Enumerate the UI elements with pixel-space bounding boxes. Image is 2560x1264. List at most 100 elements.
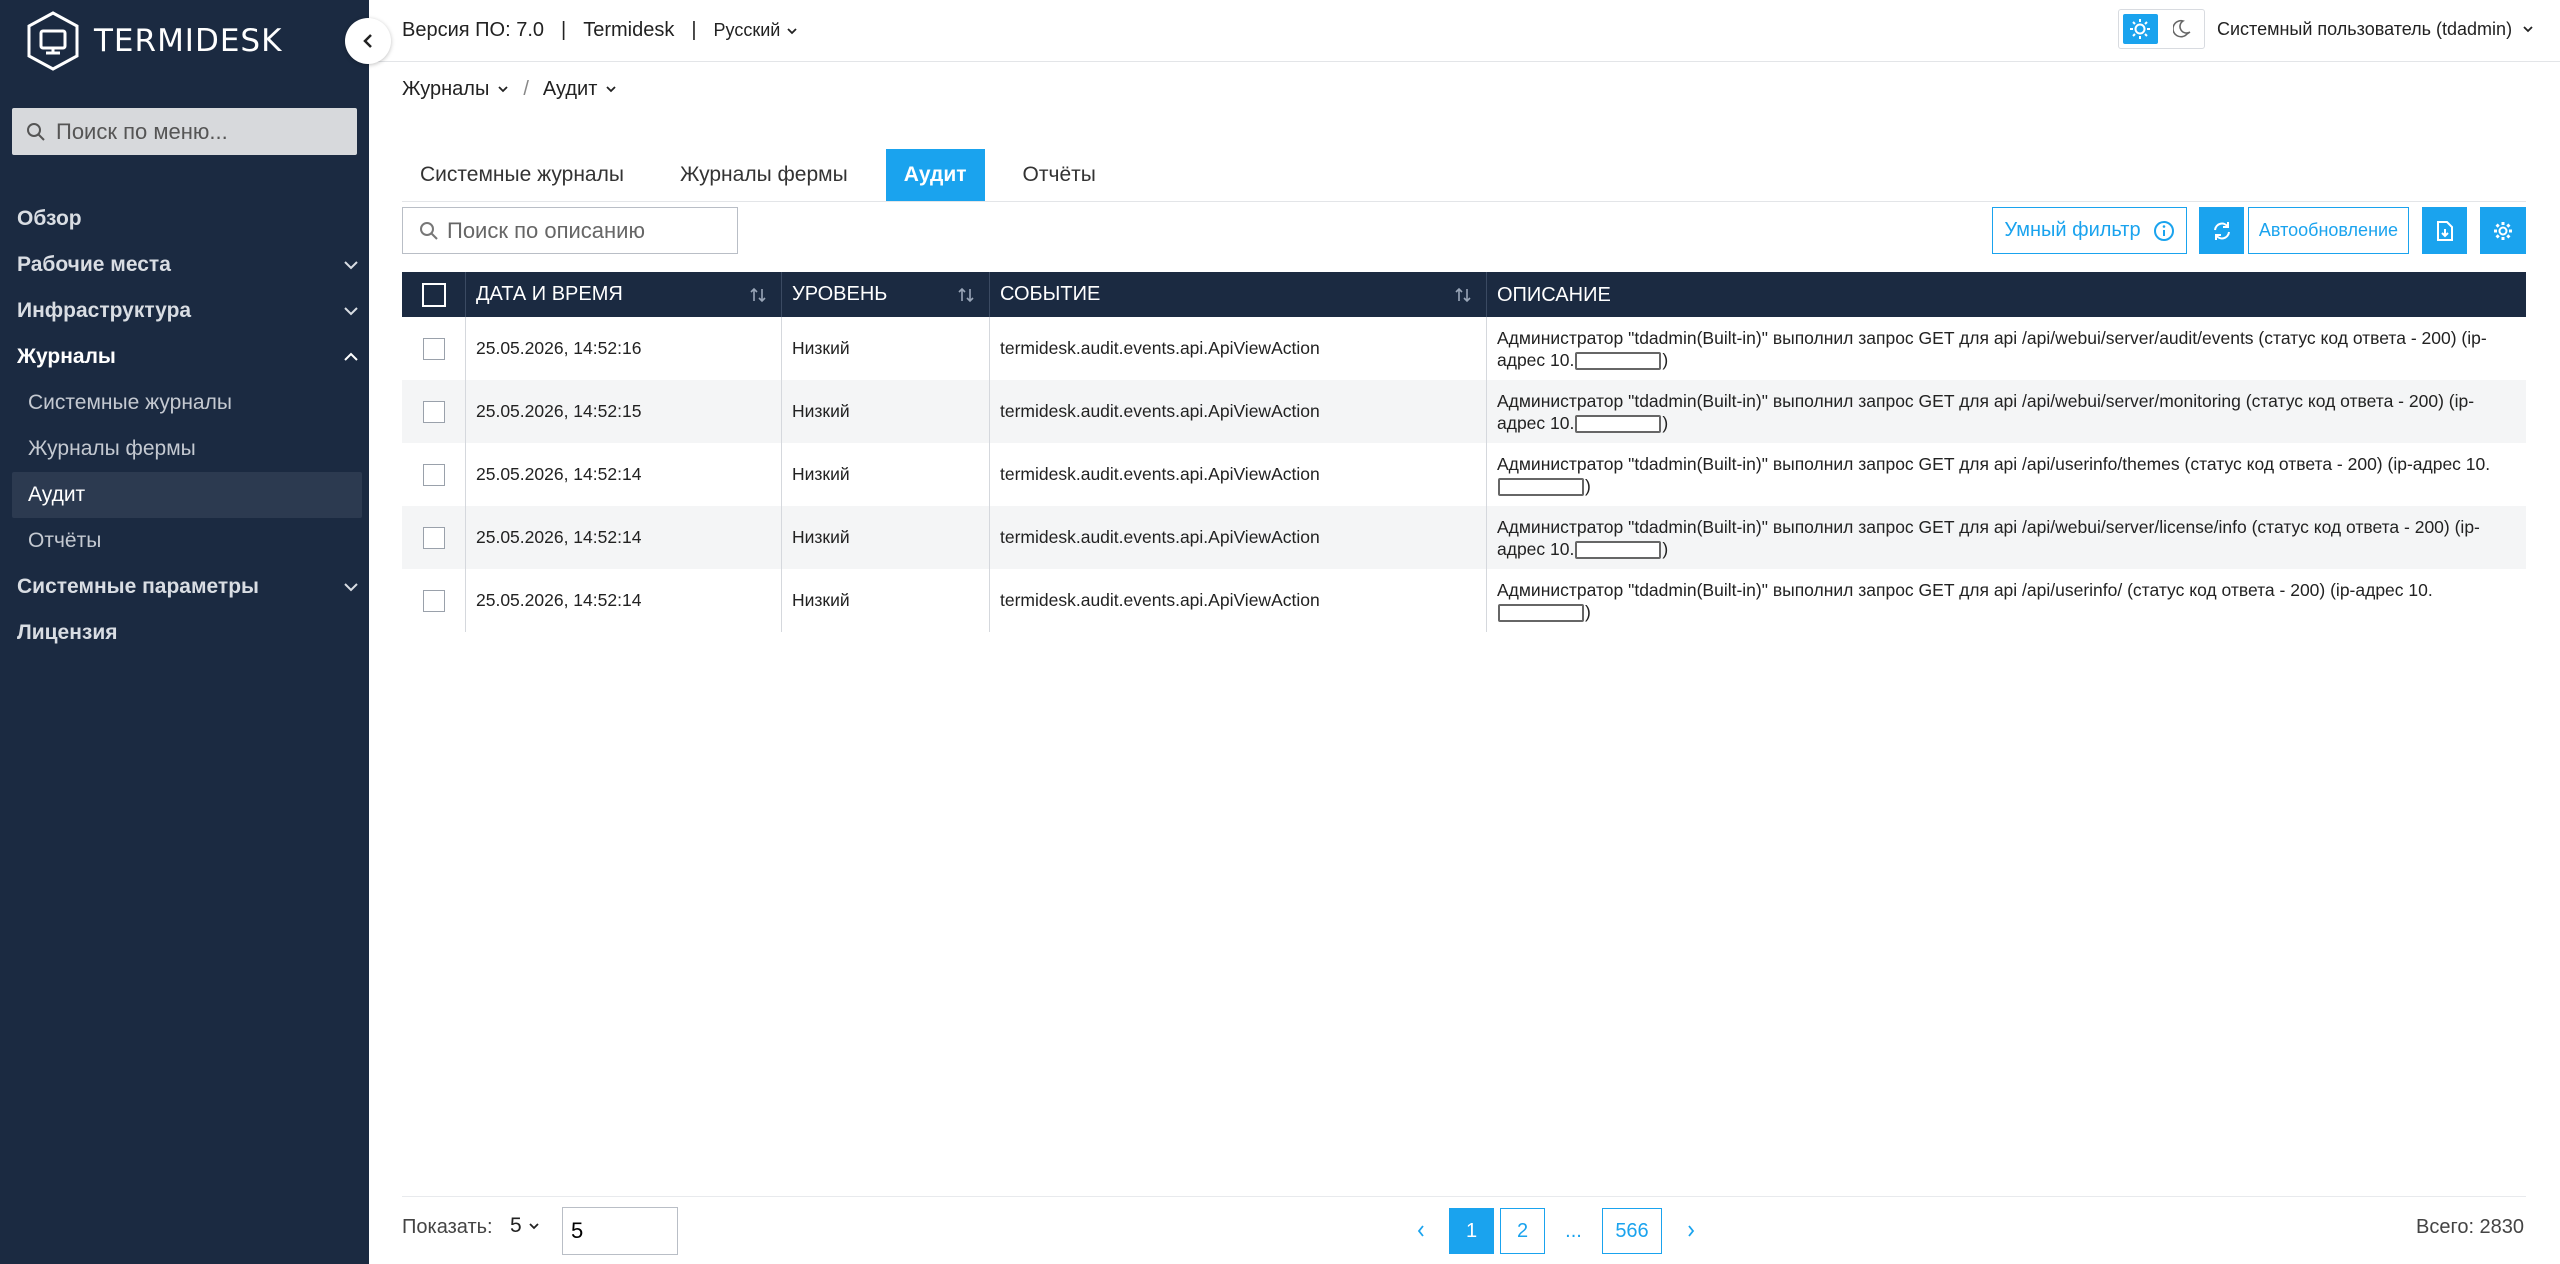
- light-theme-button[interactable]: [2123, 14, 2158, 44]
- sidebar-subitem-audit[interactable]: Аудит: [12, 472, 362, 518]
- product-name: Termidesk: [583, 19, 675, 41]
- language-label: Русский: [713, 20, 781, 40]
- smart-filter-label: Умный фильтр: [2004, 219, 2141, 241]
- header-label: УРОВЕНЬ: [792, 283, 888, 305]
- breadcrumb-journals[interactable]: Журналы: [402, 78, 509, 101]
- sidebar-item-infrastructure[interactable]: Инфраструктура: [0, 288, 369, 334]
- row-checkbox[interactable]: [422, 589, 445, 612]
- table-row[interactable]: 25.05.2026, 14:52:16 Низкий termidesk.au…: [402, 317, 2526, 380]
- cell-event: termidesk.audit.events.api.ApiViewAction: [990, 317, 1487, 380]
- autoupdate-button[interactable]: Автообновление: [2248, 207, 2409, 254]
- header-date[interactable]: ДАТА И ВРЕМЯ: [466, 272, 782, 317]
- breadcrumb-audit[interactable]: Аудит: [543, 78, 617, 101]
- sidebar-item-label: Обзор: [17, 207, 82, 230]
- row-checkbox[interactable]: [422, 400, 445, 423]
- page-button-last[interactable]: 566: [1602, 1208, 1662, 1254]
- footer-divider: [402, 1196, 2526, 1197]
- chevron-up-icon: [344, 352, 358, 361]
- page-button-2[interactable]: 2: [1500, 1208, 1545, 1254]
- cell-date: 25.05.2026, 14:52:14: [466, 443, 782, 506]
- brand-name: TERMIDESK: [94, 23, 283, 59]
- header-label: ОПИСАНИЕ: [1497, 283, 1611, 306]
- next-page-button[interactable]: [1668, 1208, 1713, 1254]
- cell-date: 25.05.2026, 14:52:14: [466, 506, 782, 569]
- sidebar-collapse-button[interactable]: [345, 18, 391, 64]
- breadcrumb-label: Аудит: [542, 77, 598, 100]
- breadcrumb-label: Журналы: [402, 77, 490, 100]
- sidebar-subitem-label: Аудит: [28, 483, 86, 506]
- audit-table: ДАТА И ВРЕМЯ УРОВЕНЬ СОБЫТИЕ ОПИСАНИЕ 25…: [402, 272, 2526, 632]
- table-row[interactable]: 25.05.2026, 14:52:15 Низкий termidesk.au…: [402, 380, 2526, 443]
- cell-level: Низкий: [782, 569, 990, 632]
- refresh-icon: [2213, 221, 2230, 240]
- sidebar-subitem-system-journals[interactable]: Системные журналы: [0, 380, 369, 426]
- sidebar-item-system-params[interactable]: Системные параметры: [0, 564, 369, 610]
- sidebar-subitem-farm-journals[interactable]: Журналы фермы: [0, 426, 369, 472]
- search-icon: [420, 221, 438, 240]
- settings-button[interactable]: [2480, 207, 2526, 254]
- header-level[interactable]: УРОВЕНЬ: [782, 272, 990, 317]
- cell-date: 25.05.2026, 14:52:15: [466, 380, 782, 443]
- description-tail: ): [1662, 538, 1669, 559]
- pagination: 1 2 ... 566: [1398, 1208, 1719, 1254]
- export-button[interactable]: [2422, 207, 2467, 254]
- sidebar-nav: Обзор Рабочие места Инфраструктура Журна…: [0, 196, 369, 656]
- cell-event: termidesk.audit.events.api.ApiViewAction: [990, 506, 1487, 569]
- file-export-icon: [2436, 220, 2453, 241]
- sort-icon[interactable]: [749, 286, 767, 304]
- description-text: Администратор "tdadmin(Built-in)" выполн…: [1497, 453, 2491, 474]
- smart-filter-button[interactable]: Умный фильтр: [1992, 207, 2187, 254]
- dark-theme-button[interactable]: [2162, 10, 2204, 48]
- sidebar-subitem-label: Отчёты: [28, 529, 102, 552]
- cell-event: termidesk.audit.events.api.ApiViewAction: [990, 569, 1487, 632]
- language-selector[interactable]: Русский: [714, 20, 799, 41]
- row-checkbox[interactable]: [422, 526, 445, 549]
- menu-search-input[interactable]: [56, 118, 346, 145]
- table-row[interactable]: 25.05.2026, 14:52:14 Низкий termidesk.au…: [402, 506, 2526, 569]
- chevron-down-icon: [498, 86, 508, 93]
- info-icon: [2153, 220, 2174, 241]
- sidebar-item-workplaces[interactable]: Рабочие места: [0, 242, 369, 288]
- page-size-label: Показать:: [402, 1216, 493, 1238]
- tab-reports[interactable]: Отчёты: [1005, 149, 1114, 201]
- menu-search[interactable]: [12, 108, 357, 155]
- search-icon: [27, 122, 45, 141]
- header-event[interactable]: СОБЫТИЕ: [990, 272, 1487, 317]
- tab-system-journals[interactable]: Системные журналы: [402, 149, 642, 201]
- row-checkbox[interactable]: [422, 337, 445, 360]
- moon-icon: [2172, 19, 2191, 38]
- app-version: Версия ПО: 7.0: [402, 19, 544, 41]
- separator: |: [691, 19, 697, 41]
- description-search[interactable]: [402, 207, 738, 254]
- sidebar-item-license[interactable]: Лицензия: [0, 610, 369, 656]
- row-select-cell: [402, 380, 466, 443]
- description-search-input[interactable]: [447, 217, 727, 244]
- prev-page-button[interactable]: [1398, 1208, 1443, 1254]
- sort-icon[interactable]: [957, 286, 975, 304]
- select-all-checkbox[interactable]: [421, 282, 446, 307]
- description-text: Администратор "tdadmin(Built-in)" выполн…: [1497, 579, 2433, 600]
- cell-date: 25.05.2026, 14:52:16: [466, 317, 782, 380]
- cell-level: Низкий: [782, 443, 990, 506]
- cell-description: Администратор "tdadmin(Built-in)" выполн…: [1487, 506, 2526, 569]
- row-checkbox[interactable]: [422, 463, 445, 486]
- page-jump-input[interactable]: [562, 1207, 678, 1255]
- sidebar-item-overview[interactable]: Обзор: [0, 196, 369, 242]
- brand-logo[interactable]: TERMIDESK: [26, 10, 282, 72]
- sidebar-subitem-reports[interactable]: Отчёты: [0, 518, 369, 564]
- page-size-select[interactable]: 5: [510, 1214, 540, 1238]
- sort-icon[interactable]: [1454, 286, 1472, 304]
- sidebar-item-journals[interactable]: Журналы: [0, 334, 369, 380]
- user-menu[interactable]: Системный пользователь (tdadmin): [2217, 0, 2534, 58]
- refresh-button[interactable]: [2199, 207, 2244, 254]
- table-row[interactable]: 25.05.2026, 14:52:14 Низкий termidesk.au…: [402, 443, 2526, 506]
- gear-icon: [2494, 221, 2512, 240]
- table-row[interactable]: 25.05.2026, 14:52:14 Низкий termidesk.au…: [402, 569, 2526, 632]
- page-button-1[interactable]: 1: [1449, 1208, 1494, 1254]
- tab-audit[interactable]: Аудит: [885, 149, 985, 201]
- row-select-cell: [402, 443, 466, 506]
- autoupdate-label: Автообновление: [2258, 220, 2399, 240]
- sidebar-item-label: Инфраструктура: [17, 299, 192, 322]
- redacted-ip: [1575, 414, 1662, 433]
- tab-farm-journals[interactable]: Журналы фермы: [662, 149, 866, 201]
